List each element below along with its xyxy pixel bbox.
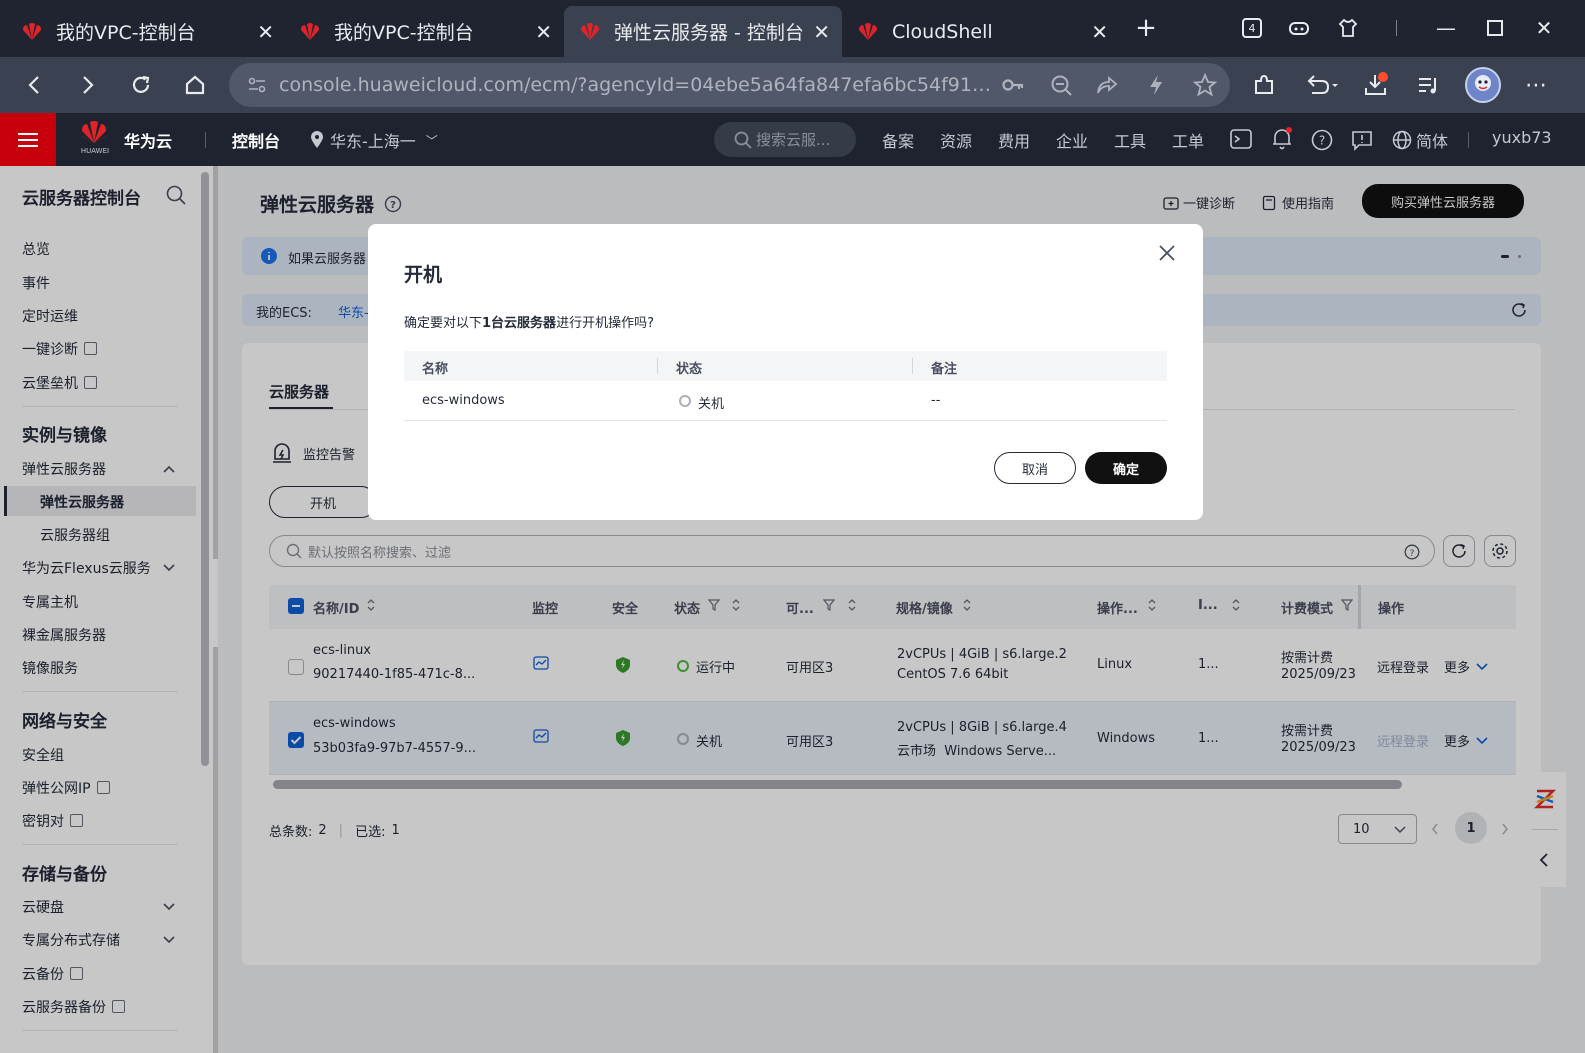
tab-title: 弹性云服务器 - 控制台 (614, 22, 804, 44)
reload-icon[interactable] (127, 71, 155, 99)
tab-close-icon[interactable]: ✕ (535, 20, 552, 44)
tab-close-icon[interactable]: ✕ (1091, 20, 1108, 44)
browser-tab[interactable]: 我的VPC-控制台 ✕ (284, 6, 564, 57)
start-confirm-dialog: 开机 确定要对以下1台云服务器进行开机操作吗? 名称 状态 备注 ecs-win… (368, 224, 1203, 520)
bookmark-star-icon[interactable] (1193, 73, 1217, 97)
huawei-logo-icon (301, 22, 319, 40)
share-icon[interactable] (1096, 74, 1118, 96)
dialog-col-name: 名称 (422, 362, 449, 377)
dialog-message-prefix: 确定要对以下 (404, 316, 483, 331)
close-window-icon[interactable]: ✕ (1530, 14, 1558, 42)
url-text: console.huaweicloud.com/ecm/?agencyId=04… (279, 74, 999, 96)
status-dot (679, 395, 691, 407)
extensions-icon[interactable] (1250, 71, 1278, 99)
lightning-icon[interactable] (1146, 73, 1166, 97)
forward-icon[interactable] (74, 71, 102, 99)
column-divider (657, 358, 658, 374)
dialog-table-row: ecs-windows 关机 -- (404, 381, 1167, 421)
cancel-button[interactable]: 取消 (994, 452, 1076, 484)
nav-tools[interactable]: 工具 (1114, 128, 1146, 152)
user-name[interactable]: yuxb73 (1492, 128, 1552, 147)
console-header: HUAWEI 华为云 控制台 华东-上海一 ﹀ 搜索云服... 备案 资源 费用… (0, 113, 1585, 166)
column-divider (912, 358, 913, 374)
undo-dropdown-icon[interactable] (1302, 71, 1342, 99)
maximize-icon[interactable] (1481, 14, 1509, 42)
huawei-logo-icon (859, 22, 877, 40)
brand-name[interactable]: 华为云 (124, 128, 172, 152)
tab-title: 我的VPC-控制台 (334, 22, 474, 44)
shirt-icon[interactable] (1334, 14, 1362, 42)
dialog-col-remark: 备注 (931, 362, 958, 377)
new-tab-icon[interactable]: + (1132, 13, 1160, 43)
search-placeholder: 搜索云服... (756, 131, 831, 149)
bell-icon[interactable] (1271, 127, 1293, 151)
game-controller-icon[interactable] (1285, 14, 1313, 42)
search-icon (734, 131, 752, 149)
separator (205, 132, 206, 148)
separator (1468, 132, 1469, 148)
key-icon[interactable] (1001, 74, 1025, 96)
dialog-server-name: ecs-windows (422, 393, 505, 408)
huawei-logo-icon (581, 22, 599, 40)
dialog-table-header: 名称 状态 备注 (404, 351, 1167, 381)
nav-resources[interactable]: 资源 (940, 128, 972, 152)
back-icon[interactable] (20, 71, 48, 99)
minimize-icon[interactable]: — (1432, 14, 1460, 42)
svg-text:?: ? (1319, 134, 1325, 148)
region-label: 华东-上海一 (330, 132, 416, 151)
header-search-input[interactable]: 搜索云服... (714, 122, 856, 157)
region-selector[interactable]: 华东-上海一 ﹀ (310, 128, 438, 152)
cloudshell-icon[interactable] (1230, 129, 1252, 149)
huawei-logo-icon[interactable]: HUAWEI (78, 121, 112, 159)
browser-tab-bar: 我的VPC-控制台 ✕ 我的VPC-控制台 ✕ 弹性云服务器 - 控制台 ✕ C… (0, 0, 1585, 57)
console-link[interactable]: 控制台 (232, 128, 280, 152)
help-icon[interactable]: ? (1311, 129, 1333, 151)
dialog-message-count: 1台云服务器 (482, 316, 557, 331)
browser-tab-active[interactable]: 弹性云服务器 - 控制台 ✕ (564, 6, 842, 57)
dialog-server-status: 关机 (698, 397, 725, 412)
site-settings-icon[interactable] (247, 75, 267, 95)
download-icon[interactable] (1362, 71, 1390, 99)
tab-title: CloudShell (892, 20, 993, 43)
dialog-server-remark: -- (931, 393, 941, 408)
tab-close-icon[interactable]: ✕ (813, 20, 830, 44)
playlist-icon[interactable] (1414, 71, 1442, 99)
dialog-message-suffix: 进行开机操作吗? (556, 316, 654, 331)
dialog-title: 开机 (404, 264, 443, 286)
dialog-message: 确定要对以下1台云服务器进行开机操作吗? (404, 312, 654, 331)
logo-text: HUAWEI (80, 147, 110, 155)
zoom-out-icon[interactable] (1050, 74, 1072, 96)
separator (1396, 20, 1397, 36)
location-pin-icon (311, 131, 323, 148)
feedback-icon[interactable] (1351, 129, 1373, 151)
tab-count-icon[interactable]: 4 (1238, 14, 1266, 42)
nav-tickets[interactable]: 工单 (1172, 128, 1204, 152)
nav-filing[interactable]: 备案 (882, 128, 914, 152)
browser-tab[interactable]: 我的VPC-控制台 ✕ (6, 6, 286, 57)
confirm-button[interactable]: 确定 (1085, 452, 1167, 484)
globe-icon (1392, 130, 1412, 150)
tab-title: 我的VPC-控制台 (56, 22, 196, 44)
language-label: 简体 (1416, 132, 1449, 151)
close-icon[interactable] (1158, 244, 1176, 262)
address-bar[interactable]: console.huaweicloud.com/ecm/?agencyId=04… (229, 63, 1230, 107)
browser-tab[interactable]: CloudShell ✕ (842, 6, 1120, 57)
dialog-col-status: 状态 (676, 362, 703, 377)
language-selector[interactable]: 简体 (1392, 128, 1448, 152)
profile-avatar[interactable] (1465, 67, 1501, 103)
nav-billing[interactable]: 费用 (998, 128, 1030, 152)
tab-count-badge: 4 (1242, 18, 1262, 38)
home-icon[interactable] (181, 71, 209, 99)
chevron-down-icon: ﹀ (425, 133, 438, 148)
more-menu-icon[interactable]: ⋯ (1522, 71, 1550, 99)
tab-close-icon[interactable]: ✕ (257, 20, 274, 44)
huawei-logo-icon (23, 22, 41, 40)
nav-enterprise[interactable]: 企业 (1056, 128, 1088, 152)
hamburger-menu-icon[interactable] (0, 113, 56, 166)
